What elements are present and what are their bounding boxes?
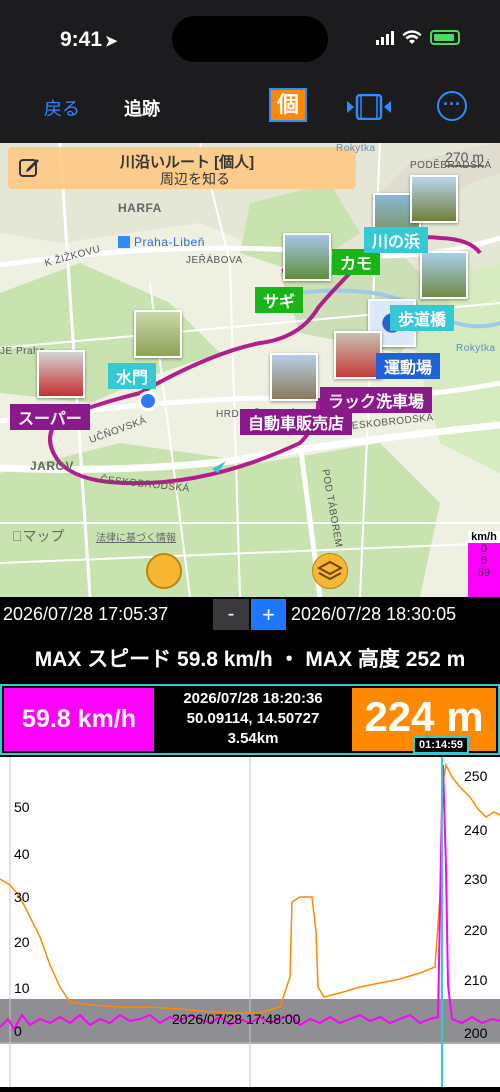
street-label: JEŘÁBOVA [186, 255, 243, 266]
left-axis-tick: 30 [14, 889, 30, 905]
label-undojo[interactable]: 運動場 [376, 353, 441, 379]
graph-cursor-time: 2026/07/28 17:48:00 [172, 1011, 301, 1027]
max-summary: MAX スピード 59.8 km/h ・ MAX 高度 252 m [34, 648, 466, 671]
point-datetime: 2026/07/28 18:20:36 [183, 690, 323, 707]
label-rack[interactable]: ラック洗車場 [320, 387, 433, 413]
status-icons [376, 30, 460, 45]
left-axis-tick: 0 [14, 1023, 22, 1039]
wifi-icon [402, 30, 422, 44]
layers-icon [316, 560, 344, 581]
river-label: Rokytka [456, 343, 496, 354]
station-label: Praha-Libeň [134, 235, 205, 249]
photo-thumbnail[interactable] [37, 350, 85, 398]
speed-legend-header: km/h [468, 531, 500, 543]
right-axis-tick: 250 [464, 768, 488, 784]
more-options-button[interactable]: ··· [437, 91, 467, 121]
current-location-dot [138, 391, 158, 411]
label-kawanohama[interactable]: 川の浜 [364, 227, 429, 253]
compass-button[interactable] [146, 553, 182, 589]
nav-bar: 戻る 追跡 個 ··· [0, 80, 500, 143]
left-axis-tick: 20 [14, 934, 30, 950]
street-label: PODĚBRADSKÁ [410, 160, 492, 171]
left-axis-tick: 10 [14, 980, 30, 996]
photo-thumbnail[interactable] [270, 353, 318, 401]
route-banner[interactable]: 川沿いルート [個人] 周辺を知る [8, 147, 356, 189]
right-axis-tick: 230 [464, 871, 488, 887]
right-axis-tick: 200 [464, 1025, 488, 1041]
place-label: JAROV [30, 459, 74, 473]
label-suimon[interactable]: 水門 [108, 363, 157, 389]
minus-button[interactable]: - [213, 599, 249, 630]
river-label: Rokytka [336, 143, 376, 154]
graph-canvas [0, 757, 500, 1087]
speed-legend-value: 5 [480, 555, 488, 567]
speed-legend-value: 59 [477, 567, 491, 579]
map-view[interactable]: 川沿いルート [個人] 周辺を知る 270 m PODĚBRADSKÁ HARF… [0, 143, 500, 597]
edit-icon[interactable] [18, 156, 40, 178]
right-axis-tick: 220 [464, 922, 488, 938]
photo-thumbnail[interactable] [410, 175, 458, 223]
back-button[interactable]: 戻る [44, 95, 80, 121]
route-subtitle: 周辺を知る [160, 171, 230, 187]
current-speed: 59.8 km/h [4, 688, 154, 751]
left-axis-tick: 40 [14, 846, 30, 862]
video-playback-icon[interactable] [346, 94, 392, 120]
place-label: HARFA [118, 201, 162, 215]
dynamic-island [172, 16, 328, 62]
personal-mode-button[interactable]: 個 [269, 88, 307, 122]
right-axis-tick: 240 [464, 822, 488, 838]
left-axis-tick: 50 [14, 799, 30, 815]
photo-thumbnail[interactable] [420, 251, 468, 299]
point-distance: 3.54km [227, 730, 279, 747]
label-supa[interactable]: スーパー [10, 404, 90, 430]
label-hodokyo[interactable]: 歩道橋 [390, 305, 455, 331]
cellular-signal-icon [376, 30, 394, 45]
start-time[interactable]: 2026/07/28 17:05:37 [3, 604, 168, 625]
plus-button[interactable]: + [251, 599, 286, 630]
elapsed-duration: 01:14:59 [413, 736, 470, 754]
layers-button[interactable] [312, 553, 348, 589]
status-time: 9:41 ➤ [60, 28, 118, 51]
location-arrow-icon: ➤ [105, 33, 118, 50]
maps-logo: マップ [12, 528, 65, 544]
legal-link[interactable]: 法律に基づく情報 [96, 529, 176, 544]
speed-legend: km/h 0 5 59 [468, 531, 500, 597]
page-title: 追跡 [124, 99, 160, 119]
speed-legend-value: 0 [480, 543, 488, 555]
point-coords: 50.09114, 14.50727 [186, 710, 320, 727]
timeline-row: 2026/07/28 17:05:37 - + 2026/07/28 18:30… [0, 597, 500, 634]
end-time[interactable]: 2026/07/28 18:30:05 [291, 604, 456, 625]
battery-icon [430, 30, 460, 45]
photo-thumbnail[interactable] [283, 233, 331, 281]
photo-thumbnail[interactable] [134, 310, 182, 358]
photo-thumbnail[interactable] [334, 331, 382, 379]
label-sagi[interactable]: サギ [255, 287, 304, 313]
speed-altitude-graph[interactable]: 50 40 30 20 10 0 250 240 230 220 210 200… [0, 757, 500, 1087]
right-axis-tick: 210 [464, 972, 488, 988]
point-details: 2026/07/28 18:20:36 50.09114, 14.50727 3… [156, 688, 350, 751]
status-bar: 9:41 ➤ [0, 0, 500, 80]
